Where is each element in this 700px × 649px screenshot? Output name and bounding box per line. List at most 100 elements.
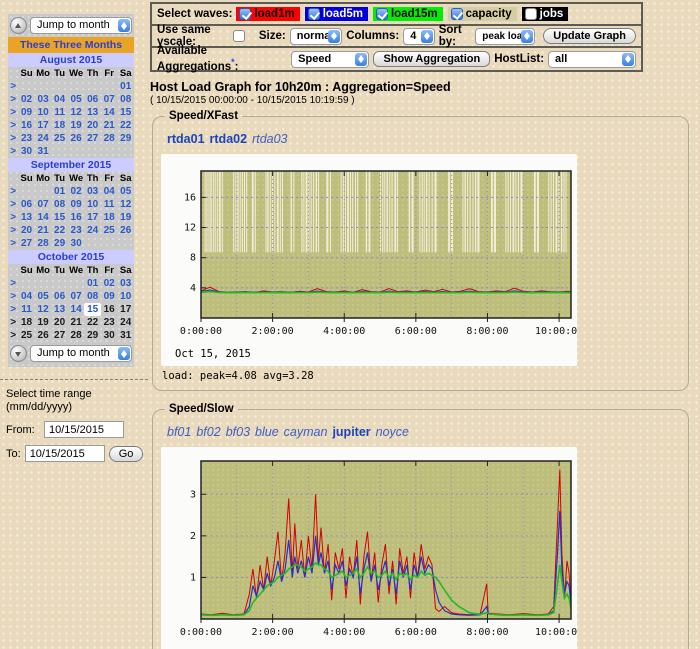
host-link-noyce[interactable]: noyce (376, 425, 409, 439)
day-cell-05[interactable]: 05 (117, 185, 134, 198)
sort-by-select[interactable]: peak load (475, 28, 535, 45)
day-cell-03[interactable]: 03 (84, 185, 101, 198)
day-cell-26[interactable]: 26 (68, 132, 85, 145)
host-link-bf02[interactable]: bf02 (196, 425, 220, 439)
day-cell-10[interactable]: 10 (84, 198, 101, 211)
day-cell-09[interactable]: 09 (101, 290, 118, 303)
host-link-bf01[interactable]: bf01 (167, 425, 191, 439)
day-cell-09[interactable]: 09 (68, 198, 85, 211)
day-cell-15[interactable]: 15 (84, 303, 101, 316)
day-cell-03[interactable]: 03 (35, 93, 52, 106)
host-link-cayman[interactable]: cayman (284, 425, 328, 439)
wave-checkbox-capacity[interactable] (451, 8, 463, 20)
day-cell-14[interactable]: 14 (101, 106, 118, 119)
day-cell-27[interactable]: 27 (84, 132, 101, 145)
week-link-arrow[interactable]: > (8, 106, 18, 119)
day-cell-16[interactable]: 16 (68, 211, 85, 224)
columns-select[interactable]: 4 (403, 28, 435, 45)
day-cell-28[interactable]: 28 (35, 237, 52, 250)
day-cell-06[interactable]: 06 (18, 198, 35, 211)
to-date-input[interactable] (25, 445, 105, 462)
day-cell-22[interactable]: 22 (51, 224, 68, 237)
day-cell-29[interactable]: 29 (117, 132, 134, 145)
week-link-arrow[interactable]: > (8, 93, 18, 106)
day-cell-02[interactable]: 02 (68, 185, 85, 198)
week-link-arrow[interactable]: > (8, 290, 18, 303)
day-cell-05[interactable]: 05 (68, 93, 85, 106)
day-cell-17[interactable]: 17 (84, 211, 101, 224)
day-cell-02[interactable]: 02 (101, 277, 118, 290)
day-cell-12[interactable]: 12 (68, 106, 85, 119)
day-cell-10[interactable]: 10 (35, 106, 52, 119)
day-cell-01[interactable]: 01 (117, 80, 134, 93)
day-cell-12[interactable]: 12 (117, 198, 134, 211)
day-cell-16[interactable]: 16 (18, 119, 35, 132)
week-link-arrow[interactable]: > (8, 237, 18, 250)
host-link-blue[interactable]: blue (255, 425, 279, 439)
day-cell-07[interactable]: 07 (68, 290, 85, 303)
week-link-arrow[interactable]: > (8, 132, 18, 145)
day-cell-13[interactable]: 13 (51, 303, 68, 316)
day-cell-07[interactable]: 07 (101, 93, 118, 106)
day-cell-07[interactable]: 07 (35, 198, 52, 211)
day-cell-28[interactable]: 28 (101, 132, 118, 145)
week-link-arrow[interactable]: > (8, 303, 18, 316)
day-cell-15[interactable]: 15 (117, 106, 134, 119)
day-cell-04[interactable]: 04 (51, 93, 68, 106)
week-link-arrow[interactable]: > (8, 80, 18, 93)
day-cell-01[interactable]: 01 (51, 185, 68, 198)
week-link-arrow[interactable]: > (8, 185, 18, 198)
day-cell-05[interactable]: 05 (35, 290, 52, 303)
day-cell-18[interactable]: 18 (101, 211, 118, 224)
scroll-down-button[interactable] (10, 345, 27, 362)
jump-to-month-select-top[interactable]: Jump to month (30, 17, 132, 34)
day-cell-13[interactable]: 13 (84, 106, 101, 119)
day-cell-22[interactable]: 22 (117, 119, 134, 132)
day-cell-25[interactable]: 25 (101, 224, 118, 237)
wave-checkbox-load1m[interactable] (239, 8, 251, 20)
yscale-checkbox[interactable] (233, 30, 245, 42)
day-cell-24[interactable]: 24 (35, 132, 52, 145)
week-link-arrow[interactable]: > (8, 211, 18, 224)
host-link-rtda01[interactable]: rtda01 (167, 132, 205, 146)
show-aggregation-button[interactable]: Show Aggregation (373, 51, 490, 67)
day-cell-24[interactable]: 24 (84, 224, 101, 237)
host-link-jupiter[interactable]: jupiter (332, 425, 370, 439)
hostlist-select[interactable]: all (548, 51, 636, 68)
day-cell-21[interactable]: 21 (101, 119, 118, 132)
day-cell-30[interactable]: 30 (68, 237, 85, 250)
host-link-rtda03[interactable]: rtda03 (252, 132, 287, 146)
wave-checkbox-load15m[interactable] (376, 8, 388, 20)
day-cell-23[interactable]: 23 (68, 224, 85, 237)
day-cell-08[interactable]: 08 (117, 93, 134, 106)
week-link-arrow[interactable]: > (8, 224, 18, 237)
day-cell-18[interactable]: 18 (51, 119, 68, 132)
week-link-arrow[interactable]: > (8, 277, 18, 290)
day-cell-23[interactable]: 23 (18, 132, 35, 145)
week-link-arrow[interactable]: > (8, 145, 18, 158)
day-cell-25[interactable]: 25 (51, 132, 68, 145)
day-cell-11[interactable]: 11 (18, 303, 35, 316)
update-graph-button[interactable]: Update Graph (543, 28, 636, 44)
aggregation-select[interactable]: Speed (291, 51, 369, 68)
size-select[interactable]: normal (290, 28, 342, 45)
day-cell-15[interactable]: 15 (51, 211, 68, 224)
day-cell-26[interactable]: 26 (117, 224, 134, 237)
day-cell-01[interactable]: 01 (84, 277, 101, 290)
day-cell-17[interactable]: 17 (35, 119, 52, 132)
wave-checkbox-jobs[interactable] (525, 8, 537, 20)
day-cell-11[interactable]: 11 (101, 198, 118, 211)
day-cell-21[interactable]: 21 (35, 224, 52, 237)
day-cell-03[interactable]: 03 (117, 277, 134, 290)
day-cell-06[interactable]: 06 (84, 93, 101, 106)
day-cell-30[interactable]: 30 (18, 145, 35, 158)
day-cell-19[interactable]: 19 (68, 119, 85, 132)
day-cell-13[interactable]: 13 (18, 211, 35, 224)
day-cell-12[interactable]: 12 (35, 303, 52, 316)
day-cell-10[interactable]: 10 (117, 290, 134, 303)
day-cell-04[interactable]: 04 (101, 185, 118, 198)
day-cell-19[interactable]: 19 (117, 211, 134, 224)
scroll-up-button[interactable] (10, 17, 27, 34)
day-cell-08[interactable]: 08 (84, 290, 101, 303)
host-link-bf03[interactable]: bf03 (226, 425, 250, 439)
